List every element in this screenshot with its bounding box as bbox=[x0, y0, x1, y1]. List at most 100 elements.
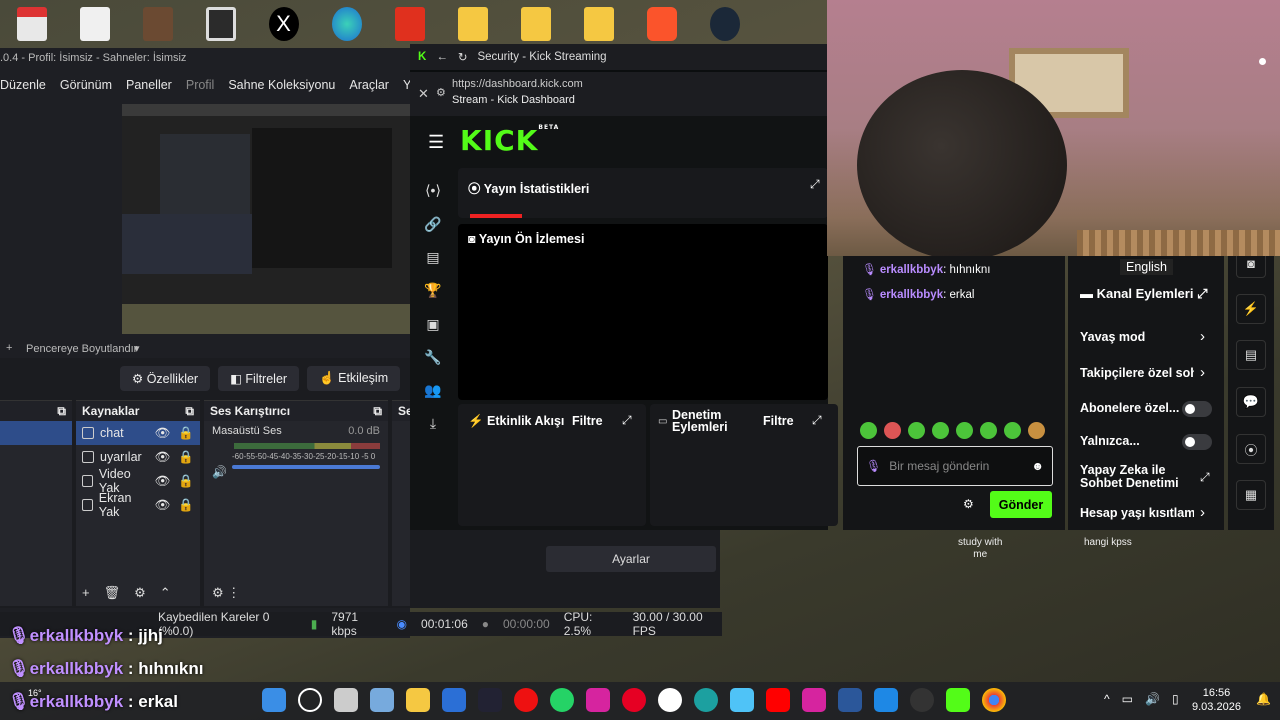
hamburger-menu-icon[interactable]: ☰ bbox=[428, 132, 444, 153]
emote-icon[interactable] bbox=[956, 422, 973, 439]
chat-username[interactable]: erkallkbbyk bbox=[880, 289, 943, 301]
scene-item-selected[interactable] bbox=[0, 421, 72, 445]
chrome-icon[interactable] bbox=[982, 688, 1006, 712]
menu-scene-collection[interactable]: Sahne Koleksiyonu bbox=[228, 78, 335, 92]
media-icon[interactable]: ▣ bbox=[424, 316, 442, 334]
chevron-right-icon[interactable]: › bbox=[1200, 504, 1205, 521]
chevron-up-icon[interactable]: ^ bbox=[1104, 692, 1110, 706]
windows-start-icon[interactable] bbox=[262, 688, 286, 712]
subscribers-toggle[interactable] bbox=[1182, 401, 1212, 417]
emote-icon[interactable] bbox=[884, 422, 901, 439]
volume-icon[interactable]: 🔊 bbox=[1145, 692, 1160, 706]
chevron-up-icon[interactable]: ⌃ bbox=[160, 585, 171, 601]
trophy-icon[interactable]: 🏆 bbox=[424, 282, 442, 300]
eye-icon[interactable]: 👁 bbox=[155, 498, 171, 513]
eye-icon[interactable]: 👁 bbox=[155, 450, 171, 465]
back-icon[interactable]: ← bbox=[436, 51, 448, 63]
gear-icon[interactable]: ⚙ bbox=[134, 585, 146, 601]
chat-message-input[interactable]: 🎙 Bir mesaj gönderin ☻ bbox=[857, 446, 1053, 486]
display-icon[interactable]: ▭ bbox=[1122, 692, 1133, 706]
send-button[interactable]: Gönder bbox=[990, 491, 1052, 518]
undock-icon[interactable]: ⧉ bbox=[185, 404, 194, 418]
activity-filter[interactable]: Filtre bbox=[572, 414, 603, 428]
emote-icon[interactable] bbox=[980, 422, 997, 439]
trash-icon[interactable]: 🗑 bbox=[104, 585, 121, 601]
whatsapp-icon[interactable] bbox=[550, 688, 574, 712]
bolt-tool-icon[interactable]: ⚡ bbox=[1236, 294, 1266, 324]
desktop-icon-label[interactable]: study with me bbox=[958, 537, 1002, 561]
emote-icon[interactable] bbox=[908, 422, 925, 439]
steam-icon[interactable] bbox=[693, 0, 756, 48]
stream-icon[interactable]: ⟨•⟩ bbox=[424, 182, 442, 200]
taskbar-clock[interactable]: 16:56 9.03.2026 bbox=[1192, 686, 1241, 714]
account-age-item[interactable]: Hesap yaşı kısıtlama bbox=[1080, 506, 1194, 520]
menu-tools[interactable]: Araçlar bbox=[349, 78, 389, 92]
menu-view[interactable]: Görünüm bbox=[60, 78, 112, 92]
expand-icon[interactable]: ⤢ bbox=[810, 177, 820, 192]
x-app-icon[interactable]: X bbox=[252, 0, 315, 48]
chevron-right-icon[interactable]: › bbox=[1200, 364, 1205, 381]
document-icon[interactable] bbox=[63, 0, 126, 48]
plus-icon[interactable]: + bbox=[6, 342, 12, 354]
ai-moderation-item[interactable]: Yapay Zeka ile Sohbet Denetimi bbox=[1080, 464, 1179, 490]
reload-icon[interactable]: ↻ bbox=[458, 50, 468, 64]
folder-image-icon[interactable] bbox=[126, 0, 189, 48]
notepad-icon[interactable] bbox=[730, 688, 754, 712]
eye-icon[interactable]: 👁 bbox=[155, 474, 171, 489]
kick-icon[interactable] bbox=[946, 688, 970, 712]
folder-image-icon[interactable] bbox=[189, 0, 252, 48]
close-icon[interactable]: ✕ bbox=[418, 86, 429, 102]
notes-tool-icon[interactable]: ▤ bbox=[1236, 340, 1266, 370]
wrench-icon[interactable]: 🔧 bbox=[424, 349, 442, 367]
kick-logo[interactable]: KICKBETA bbox=[460, 124, 559, 157]
edge-icon[interactable] bbox=[694, 688, 718, 712]
only-toggle[interactable] bbox=[1182, 434, 1212, 450]
users-icon[interactable]: 👥 bbox=[424, 382, 442, 400]
emote-icon[interactable] bbox=[1028, 422, 1045, 439]
url-text[interactable]: https://dashboard.kick.com bbox=[452, 78, 583, 90]
brave-icon[interactable] bbox=[630, 0, 693, 48]
volume-slider[interactable] bbox=[232, 465, 380, 469]
link-icon[interactable]: 🔗 bbox=[424, 216, 442, 234]
pdf-icon[interactable] bbox=[0, 0, 63, 48]
followers-only-item[interactable]: Takipçilere özel sohb bbox=[1080, 366, 1194, 380]
chat-settings-icon[interactable]: ⚙ bbox=[963, 497, 974, 511]
download-icon[interactable]: ⤓ bbox=[424, 415, 442, 433]
folder-icon[interactable] bbox=[441, 0, 504, 48]
pinterest-icon[interactable] bbox=[622, 688, 646, 712]
lock-icon[interactable]: 🔒 bbox=[178, 450, 194, 465]
search-icon[interactable] bbox=[298, 688, 322, 712]
layout-tool-icon[interactable]: ▦ bbox=[1236, 480, 1266, 510]
expand-icon[interactable]: ⤢ bbox=[812, 413, 822, 428]
properties-button[interactable]: ⚙ Özellikler bbox=[120, 366, 211, 391]
pdf-editor-icon[interactable] bbox=[378, 0, 441, 48]
add-icon[interactable]: + bbox=[82, 585, 90, 601]
folder-pictures-icon[interactable] bbox=[567, 0, 630, 48]
word-icon[interactable] bbox=[838, 688, 862, 712]
window-size-label[interactable]: Pencereye Boyutlandır bbox=[26, 343, 137, 355]
emote-icon[interactable] bbox=[932, 422, 949, 439]
emoji-icon[interactable]: ☻ bbox=[1031, 459, 1044, 473]
interact-button[interactable]: ☝ Etkileşim bbox=[307, 366, 401, 391]
chatgpt-icon[interactable] bbox=[658, 688, 682, 712]
moderation-filter[interactable]: Filtre bbox=[763, 414, 794, 428]
source-item-video-capture[interactable]: Video Yak 👁 🔒 bbox=[76, 467, 200, 495]
settings-button[interactable]: Ayarlar bbox=[546, 546, 716, 572]
app-icon[interactable] bbox=[874, 688, 898, 712]
source-item-chat[interactable]: chat 👁 🔒 bbox=[76, 421, 200, 445]
filters-button[interactable]: ◧ Filtreler bbox=[218, 366, 300, 391]
lock-icon[interactable]: 🔒 bbox=[178, 498, 194, 513]
opera-icon[interactable] bbox=[514, 688, 538, 712]
expand-icon[interactable]: ⤢ bbox=[1197, 286, 1207, 301]
battery-icon[interactable]: ▯ bbox=[1172, 692, 1179, 706]
obs-icon[interactable] bbox=[910, 688, 934, 712]
menu-profile[interactable]: Profil bbox=[186, 78, 214, 92]
chat-tool-icon[interactable]: 💬 bbox=[1236, 387, 1266, 417]
task-view-icon[interactable] bbox=[334, 688, 358, 712]
source-item-screen-capture[interactable]: Ekran Yak 👁 🔒 bbox=[76, 491, 200, 519]
chevron-right-icon[interactable]: › bbox=[1200, 328, 1205, 345]
emote-icon[interactable] bbox=[860, 422, 877, 439]
emote-icon[interactable] bbox=[1004, 422, 1021, 439]
file-explorer-icon[interactable] bbox=[406, 688, 430, 712]
lock-icon[interactable]: 🔒 bbox=[178, 474, 194, 489]
